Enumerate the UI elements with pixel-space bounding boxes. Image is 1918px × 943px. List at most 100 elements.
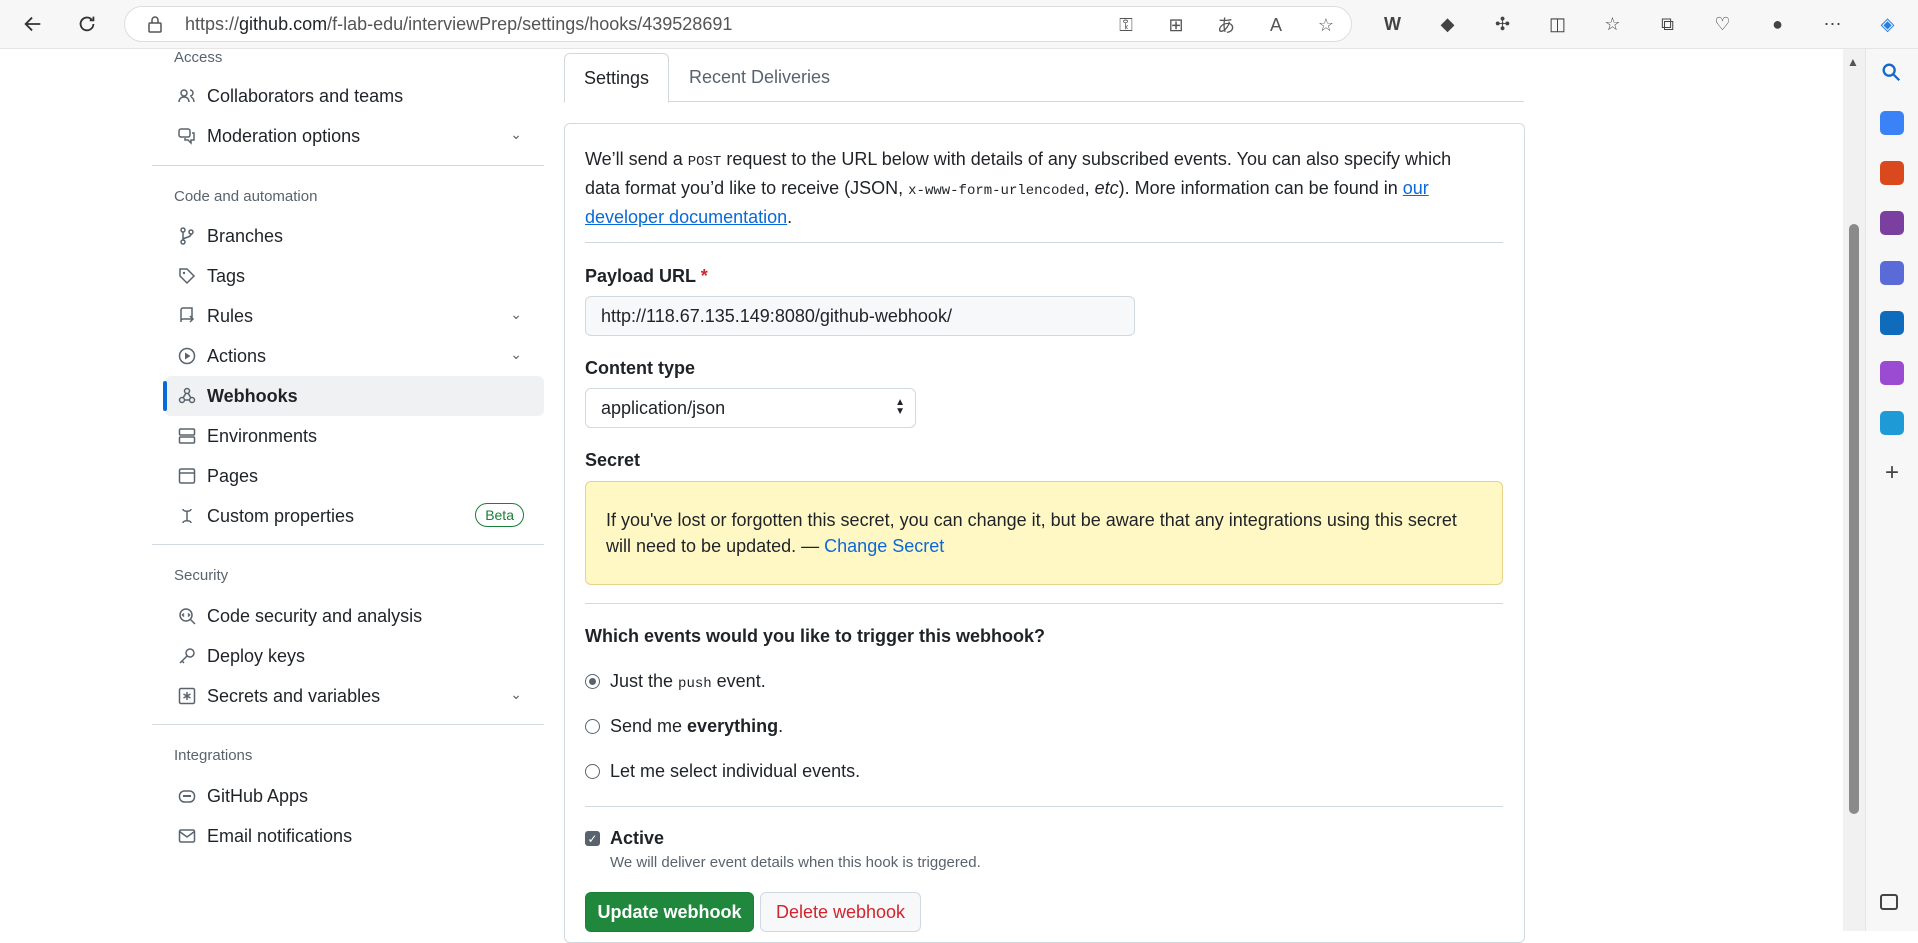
- sidebar-item-branches[interactable]: Branches: [165, 216, 544, 256]
- sidebar-item-email-notifications[interactable]: Email notifications: [165, 816, 544, 856]
- tab-recent-deliveries[interactable]: Recent Deliveries: [670, 53, 849, 102]
- chess-icon[interactable]: [1880, 211, 1904, 235]
- content-type-select[interactable]: application/json ▲ ▼: [585, 388, 916, 428]
- puzzle-icon[interactable]: ✣: [1475, 14, 1530, 35]
- update-webhook-button[interactable]: Update webhook: [585, 892, 754, 932]
- refresh-icon[interactable]: [70, 7, 104, 41]
- codescan-icon: [177, 606, 197, 626]
- add-icon[interactable]: +: [1880, 461, 1904, 485]
- office-icon[interactable]: [1880, 261, 1904, 285]
- sidebar-item-github-apps[interactable]: GitHub Apps: [165, 776, 544, 816]
- split-screen-icon[interactable]: ◫: [1530, 14, 1585, 35]
- webhook-form: We’ll send a POST request to the URL bel…: [564, 123, 1525, 943]
- send-icon[interactable]: [1880, 411, 1904, 435]
- repo-push-icon: [177, 306, 197, 326]
- people-icon: [177, 86, 197, 106]
- delete-webhook-button[interactable]: Delete webhook: [760, 892, 921, 932]
- chevron-down-icon: ⌄: [510, 346, 522, 362]
- tab-settings[interactable]: Settings: [564, 53, 670, 103]
- favorites-icon[interactable]: ☆: [1585, 14, 1640, 35]
- translate-icon[interactable]: あ: [1201, 12, 1251, 38]
- search-icon[interactable]: [1880, 61, 1904, 85]
- comment-discussion-icon: [177, 126, 197, 146]
- sidebar-item-actions[interactable]: Actions ⌄: [165, 336, 544, 376]
- content-type-label: Content type: [585, 358, 695, 378]
- health-icon[interactable]: ♡: [1695, 14, 1750, 35]
- page-scrollbar[interactable]: ▲: [1843, 49, 1865, 931]
- sidebar-toggle-icon[interactable]: [1880, 894, 1898, 910]
- divider: [152, 544, 544, 545]
- key-icon[interactable]: ⚿: [1101, 15, 1151, 36]
- lock-icon: [147, 15, 163, 38]
- event-push-radio[interactable]: Just the push event.: [585, 671, 766, 692]
- divider: [585, 242, 1503, 243]
- secret-notice: If you've lost or forgotten this secret,…: [585, 481, 1503, 585]
- radio-button-checked[interactable]: [585, 674, 600, 689]
- key-icon: [177, 646, 197, 666]
- event-everything-radio[interactable]: Send me everything.: [585, 716, 783, 737]
- active-note: We will deliver event details when this …: [610, 854, 981, 871]
- webhook-icon: [177, 386, 197, 406]
- intro-text: We’ll send a POST request to the URL bel…: [585, 149, 1452, 227]
- server-icon: [177, 426, 197, 446]
- events-question: Which events would you like to trigger t…: [585, 626, 1046, 646]
- divider: [585, 603, 1503, 604]
- divider: [585, 806, 1503, 807]
- url-text: https://github.com/f-lab-edu/interviewPr…: [185, 13, 733, 34]
- browser-sidebar: +: [1865, 49, 1918, 931]
- git-branch-icon: [177, 226, 197, 246]
- sidebar-item-environments[interactable]: Environments: [165, 416, 544, 456]
- browser-icon: [177, 466, 197, 486]
- apps-icon[interactable]: ⊞: [1151, 15, 1201, 36]
- sidebar-item-tags[interactable]: Tags: [165, 256, 544, 296]
- active-indicator: [163, 381, 167, 411]
- sidebar-item-custom-properties[interactable]: Custom properties Beta: [165, 496, 544, 536]
- sidebar-item-secrets[interactable]: Secrets and variables ⌄: [165, 676, 544, 716]
- payload-url-label: Payload URL *: [585, 266, 708, 286]
- active-label: Active: [610, 828, 665, 848]
- change-secret-link[interactable]: Change Secret: [824, 536, 944, 556]
- active-checkbox[interactable]: ✓: [585, 831, 600, 846]
- sidebar-item-collaborators[interactable]: Collaborators and teams: [165, 76, 544, 116]
- sidebar-item-webhooks[interactable]: Webhooks: [163, 376, 544, 416]
- hubot-icon: [177, 786, 197, 806]
- tag-icon: [177, 266, 197, 286]
- secret-label: Secret: [585, 450, 641, 470]
- more-icon[interactable]: ⋯: [1805, 14, 1860, 35]
- profile-icon[interactable]: ●: [1750, 14, 1805, 35]
- webhook-tabs: Settings Recent Deliveries: [564, 53, 1524, 103]
- tag-icon[interactable]: [1880, 111, 1904, 135]
- scroll-thumb[interactable]: [1849, 224, 1859, 814]
- extension-icon[interactable]: ◆: [1420, 14, 1475, 35]
- copilot-icon[interactable]: ◈: [1860, 14, 1915, 35]
- designer-icon[interactable]: [1880, 361, 1904, 385]
- radio-button[interactable]: [585, 719, 600, 734]
- sidebar-item-rules[interactable]: Rules ⌄: [165, 296, 544, 336]
- wiki-extension-icon[interactable]: W: [1365, 14, 1420, 35]
- sidebar-item-pages[interactable]: Pages: [165, 456, 544, 496]
- chevron-down-icon: ⌄: [510, 306, 522, 322]
- note-icon: [177, 506, 197, 526]
- favorite-star-icon[interactable]: ☆: [1301, 15, 1351, 36]
- scroll-up-icon[interactable]: ▲: [1847, 55, 1859, 69]
- outlook-icon[interactable]: [1880, 311, 1904, 335]
- tools-icon[interactable]: [1880, 161, 1904, 185]
- read-aloud-icon[interactable]: A: [1251, 15, 1301, 36]
- chevron-down-icon: ⌄: [510, 686, 522, 702]
- select-arrows-icon: ▲ ▼: [895, 397, 905, 417]
- payload-url-input[interactable]: http://118.67.135.149:8080/github-webhoo…: [585, 296, 1135, 336]
- divider: [152, 724, 544, 725]
- section-heading-integrations: Integrations: [174, 747, 253, 764]
- event-select-radio[interactable]: Let me select individual events.: [585, 761, 860, 782]
- radio-button[interactable]: [585, 764, 600, 779]
- sidebar-item-moderation[interactable]: Moderation options ⌄: [165, 116, 544, 156]
- divider: [152, 165, 544, 166]
- collections-icon[interactable]: ⧉: [1640, 14, 1695, 35]
- sidebar-item-code-security[interactable]: Code security and analysis: [165, 596, 544, 636]
- address-bar[interactable]: https://github.com/f-lab-edu/interviewPr…: [124, 6, 1352, 42]
- sidebar-item-deploy-keys[interactable]: Deploy keys: [165, 636, 544, 676]
- mail-icon: [177, 826, 197, 846]
- section-heading-security: Security: [174, 567, 229, 584]
- back-icon[interactable]: [16, 7, 50, 41]
- play-icon: [177, 346, 197, 366]
